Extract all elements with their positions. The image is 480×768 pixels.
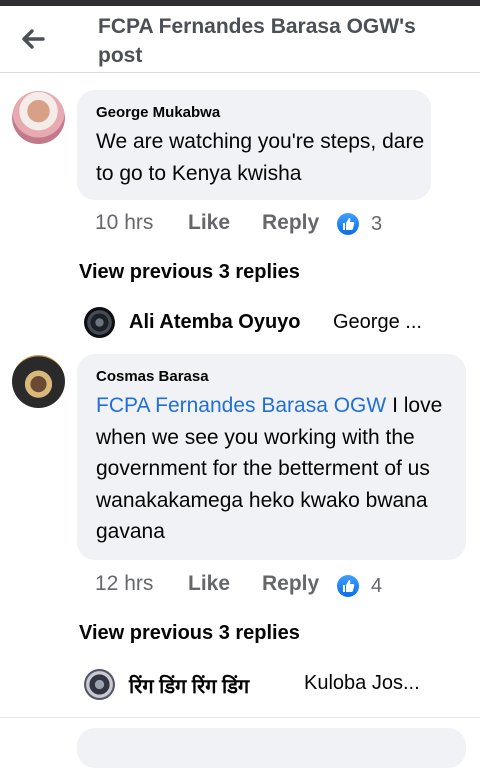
- reply-button[interactable]: Reply: [262, 572, 319, 596]
- reaction-count[interactable]: 3: [371, 213, 382, 236]
- comment-text: We are watching you're steps, dare to go…: [96, 130, 425, 185]
- comment-time: 10 hrs: [95, 211, 154, 234]
- reply-author[interactable]: रिंग डिंग रिंग डिंग: [129, 672, 249, 699]
- reply-button[interactable]: Reply: [262, 211, 319, 235]
- comment-author[interactable]: Cosmas Barasa: [96, 368, 209, 385]
- thumbs-up-icon[interactable]: [337, 213, 359, 235]
- like-button[interactable]: Like: [188, 211, 230, 235]
- mention-link[interactable]: FCPA Fernandes Barasa OGW: [96, 394, 386, 417]
- view-previous-replies[interactable]: View previous 3 replies: [79, 261, 300, 284]
- reply-label: Reply: [262, 211, 320, 234]
- comment-bubble[interactable]: [77, 728, 466, 768]
- comment-bubble[interactable]: George Mukabwa We are watching you're st…: [77, 90, 431, 200]
- page-title: FCPA Fernandes Barasa OGW's post: [98, 15, 416, 67]
- reaction-count[interactable]: 4: [371, 575, 382, 598]
- like-button[interactable]: Like: [188, 572, 230, 596]
- comment-text: FCPA Fernandes Barasa OGW I love when we…: [96, 390, 458, 548]
- divider: [0, 717, 480, 718]
- reply-author[interactable]: Ali Atemba Oyuyo: [129, 311, 301, 334]
- avatar[interactable]: [84, 307, 115, 338]
- comment-author[interactable]: George Mukabwa: [96, 104, 220, 121]
- reply-snippet[interactable]: George ...: [333, 311, 422, 334]
- reply-snippet[interactable]: Kuloba Jos...: [304, 672, 420, 695]
- like-label: Like: [188, 572, 231, 595]
- view-previous-replies[interactable]: View previous 3 replies: [79, 622, 300, 645]
- comment-bubble[interactable]: Cosmas Barasa FCPA Fernandes Barasa OGW …: [77, 354, 466, 560]
- reply-label: Reply: [262, 572, 320, 595]
- arrow-left-icon[interactable]: [16, 22, 50, 56]
- avatar[interactable]: [12, 355, 65, 408]
- comment-time: 12 hrs: [95, 572, 154, 595]
- thumbs-up-icon[interactable]: [337, 575, 359, 597]
- post-header: FCPA Fernandes Barasa OGW's post: [0, 6, 480, 73]
- avatar[interactable]: [12, 91, 65, 144]
- like-label: Like: [188, 211, 231, 234]
- avatar[interactable]: [84, 669, 115, 700]
